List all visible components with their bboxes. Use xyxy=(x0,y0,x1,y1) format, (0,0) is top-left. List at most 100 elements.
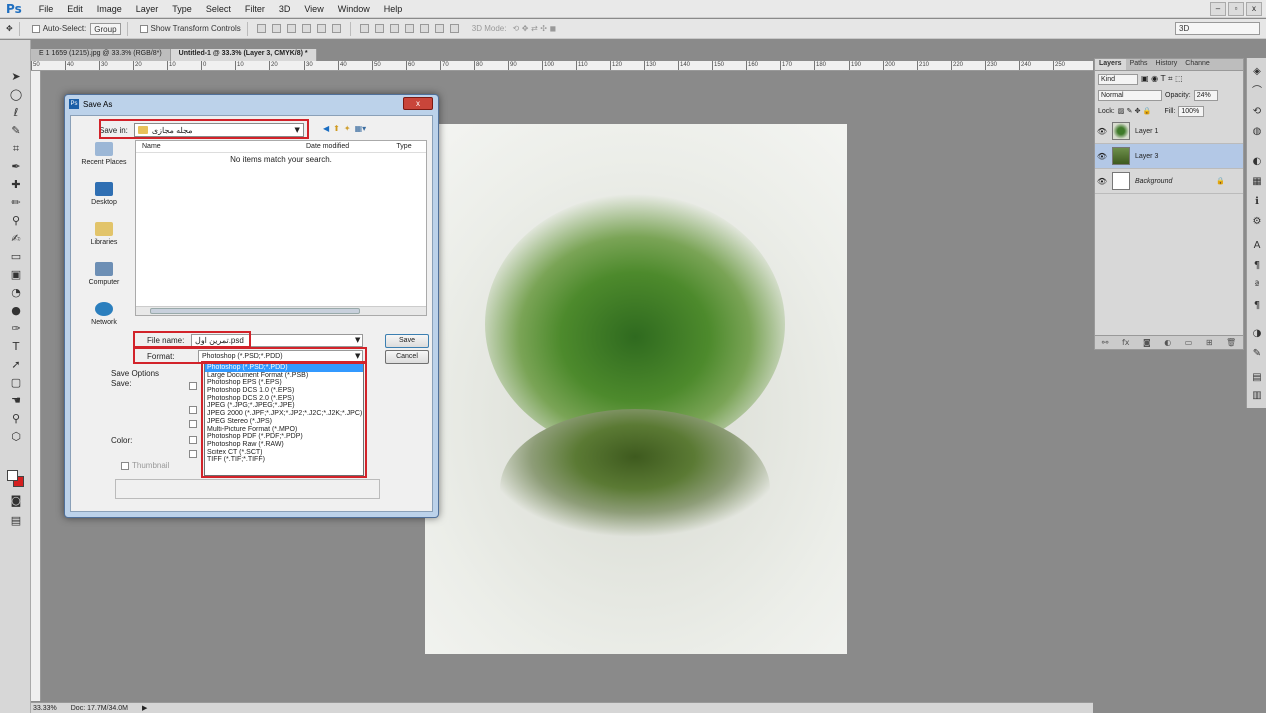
menu-window[interactable]: Window xyxy=(331,4,377,14)
screen-mode-icon[interactable]: ▤ xyxy=(6,512,26,530)
layers-checkbox[interactable] xyxy=(189,420,197,428)
distribute-center-icon[interactable] xyxy=(419,24,429,33)
trash-icon[interactable]: 🗑 xyxy=(1226,338,1236,347)
place-computer[interactable]: Computer xyxy=(75,262,133,286)
menu-type[interactable]: Type xyxy=(165,4,199,14)
layers-icon[interactable]: ◈ xyxy=(1249,64,1265,80)
brush-panel-icon[interactable]: ✎ xyxy=(1249,346,1265,362)
eraser-tool-icon[interactable]: ▭ xyxy=(6,248,26,266)
quick-mask-icon[interactable]: ◙ xyxy=(6,492,26,510)
column-date-modified[interactable]: Date modified xyxy=(306,143,384,150)
horizontal-scrollbar[interactable] xyxy=(136,306,426,315)
marquee-tool-icon[interactable]: ◯ xyxy=(6,86,26,104)
save-button[interactable]: Save xyxy=(385,334,429,348)
layer-name[interactable]: Layer 3 xyxy=(1135,153,1158,160)
path-select-tool-icon[interactable]: ➚ xyxy=(6,356,26,374)
character-icon[interactable]: A xyxy=(1249,238,1265,254)
align-top-icon[interactable] xyxy=(256,24,266,33)
dialog-close-button[interactable]: x xyxy=(403,97,433,110)
view-menu-icon[interactable]: ▦▾ xyxy=(355,124,367,133)
place-network[interactable]: Network xyxy=(75,302,133,326)
scrollbar-thumb[interactable] xyxy=(150,308,360,314)
align-middle-icon[interactable] xyxy=(271,24,281,33)
document-artwork[interactable] xyxy=(425,124,847,654)
swatches-icon[interactable]: ▦ xyxy=(1249,174,1265,190)
menu-image[interactable]: Image xyxy=(90,4,129,14)
notes-icon[interactable]: ▤ xyxy=(1249,370,1265,386)
tab-channels[interactable]: Channe xyxy=(1181,59,1214,70)
lock-icons[interactable]: ▨ ✎ ✥ 🔒 xyxy=(1118,107,1152,115)
hand-tool-icon[interactable]: ☚ xyxy=(6,392,26,410)
fill-input[interactable]: 100% xyxy=(1178,105,1205,117)
up-folder-icon[interactable]: ⬆ xyxy=(333,124,340,133)
lasso-tool-icon[interactable]: ℓ xyxy=(6,104,26,122)
place-libraries[interactable]: Libraries xyxy=(75,222,133,246)
new-folder-icon[interactable]: ✦ xyxy=(344,124,351,133)
column-type[interactable]: Type xyxy=(384,143,424,150)
eye-icon[interactable]: 👁 xyxy=(1095,177,1109,186)
mask-icon[interactable]: ◙ xyxy=(1143,338,1151,347)
icc-profile-checkbox[interactable] xyxy=(189,450,197,458)
align-bottom-icon[interactable] xyxy=(286,24,296,33)
history-brush-tool-icon[interactable]: ✍ xyxy=(6,230,26,248)
menu-edit[interactable]: Edit xyxy=(60,4,90,14)
place-recent[interactable]: Recent Places xyxy=(75,142,133,166)
shape-tool-icon[interactable]: ▢ xyxy=(6,374,26,392)
tab-paths[interactable]: Paths xyxy=(1126,59,1152,70)
tab-document-1[interactable]: E 1 1659 (1215).jpg @ 33.3% (RGB/8*) xyxy=(31,49,171,61)
tab-document-2[interactable]: Untitled-1 @ 33.3% (Layer 3, CMYK/8) * xyxy=(170,49,317,61)
alpha-channels-checkbox[interactable] xyxy=(189,406,197,414)
distribute-top-icon[interactable] xyxy=(359,24,369,33)
fx-icon[interactable]: fx xyxy=(1122,338,1130,347)
pen-tool-icon[interactable]: ✑ xyxy=(6,320,26,338)
layer-name[interactable]: Background xyxy=(1135,178,1172,185)
distribute-right-icon[interactable] xyxy=(434,24,444,33)
kind-filter-select[interactable]: Kind xyxy=(1098,73,1138,85)
zoom-tool-icon[interactable]: ⚲ xyxy=(6,410,26,428)
layer-row[interactable]: 👁 Background 🔒 xyxy=(1095,169,1243,194)
maximize-button[interactable]: ▫ xyxy=(1228,2,1244,16)
layer-row[interactable]: 👁 Layer 1 xyxy=(1095,119,1243,144)
menu-view[interactable]: View xyxy=(297,4,330,14)
align-center-icon[interactable] xyxy=(316,24,326,33)
chevron-down-icon[interactable]: ▼ xyxy=(355,336,360,344)
menu-filter[interactable]: Filter xyxy=(238,4,272,14)
tab-layers[interactable]: Layers xyxy=(1095,59,1126,70)
crop-tool-icon[interactable]: ⌗ xyxy=(6,140,26,158)
layer-row[interactable]: 👁 Layer 3 xyxy=(1095,144,1243,169)
paths-icon[interactable]: ⌒ xyxy=(1249,84,1265,100)
dialog-titlebar[interactable]: Ps Save As xyxy=(65,95,438,113)
back-icon[interactable]: ◀ xyxy=(323,124,329,133)
gradient-tool-icon[interactable]: ▣ xyxy=(6,266,26,284)
distribute-middle-icon[interactable] xyxy=(374,24,384,33)
status-arrow-icon[interactable]: ▶ xyxy=(142,704,147,712)
new-layer-icon[interactable]: ⊞ xyxy=(1206,338,1213,347)
distribute-bottom-icon[interactable] xyxy=(389,24,399,33)
menu-3d[interactable]: 3D xyxy=(272,4,298,14)
blend-mode-select[interactable]: Normal xyxy=(1098,89,1162,101)
eye-icon[interactable]: 👁 xyxy=(1095,152,1109,161)
group-select[interactable]: Group xyxy=(90,22,121,35)
minimize-button[interactable]: – xyxy=(1210,2,1226,16)
dodge-tool-icon[interactable]: ● xyxy=(6,302,26,320)
thumbnail-checkbox[interactable] xyxy=(121,461,129,470)
brush-tool-icon[interactable]: ✏ xyxy=(6,194,26,212)
file-list[interactable]: Name Date modified Type No items match y… xyxy=(135,140,427,316)
distribute-left-icon[interactable] xyxy=(404,24,414,33)
color-icon[interactable]: ◑ xyxy=(1249,326,1265,342)
foreground-color-swatch[interactable] xyxy=(7,470,18,481)
zoom-level[interactable]: 33.33% xyxy=(33,705,57,712)
tab-history[interactable]: History xyxy=(1151,59,1181,70)
type-tool-icon[interactable]: T xyxy=(6,338,26,356)
layer-name[interactable]: Layer 1 xyxy=(1135,128,1158,135)
show-transform-checkbox[interactable] xyxy=(139,24,148,33)
info-icon[interactable]: ℹ xyxy=(1249,194,1265,210)
menu-file[interactable]: File xyxy=(32,4,61,14)
group-icon[interactable]: ▭ xyxy=(1185,338,1193,347)
workspace-select[interactable]: 3D xyxy=(1175,22,1260,35)
character-styles-icon[interactable]: ª xyxy=(1249,278,1265,294)
place-desktop[interactable]: Desktop xyxy=(75,182,133,206)
timeline-icon[interactable]: ▥ xyxy=(1249,388,1265,404)
align-right-icon[interactable] xyxy=(331,24,341,33)
history-icon[interactable]: ⟲ xyxy=(1249,104,1265,120)
